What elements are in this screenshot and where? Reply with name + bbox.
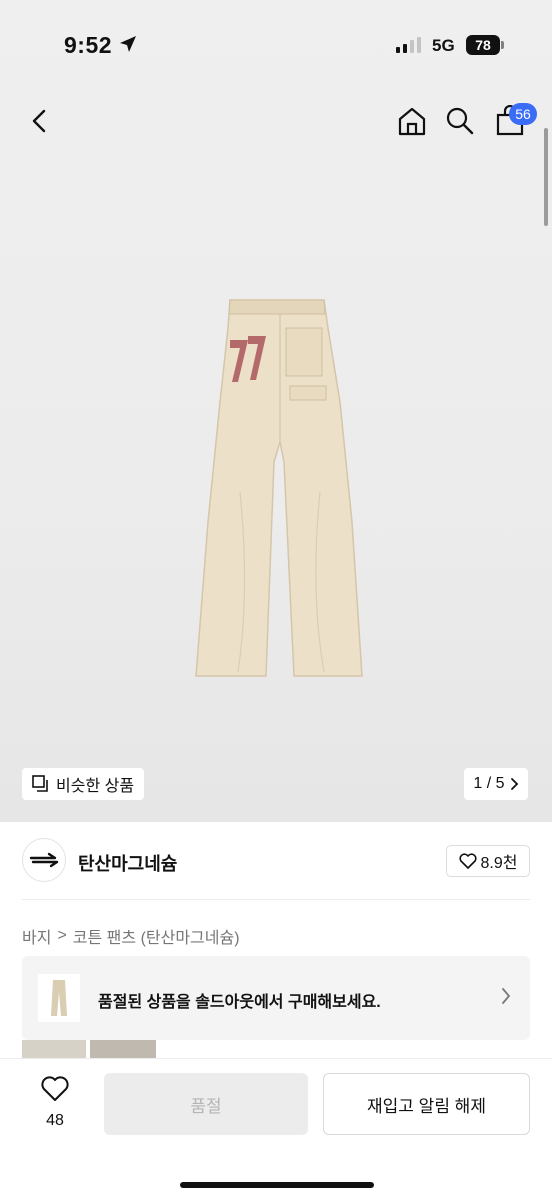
page-indicator-text: 1 / 5: [473, 775, 505, 792]
wishlist-button[interactable]: 48: [30, 1075, 80, 1130]
breadcrumb: 바지 > 코튼 팬츠 (탄산마그네슘): [22, 924, 240, 948]
breadcrumb-separator: >: [57, 927, 67, 944]
wishlist-count: 48: [46, 1112, 64, 1129]
bottom-action-bar: 48 품절 재입고 알림 해제: [0, 1058, 552, 1200]
search-button[interactable]: [440, 101, 480, 141]
brand-logo[interactable]: [22, 838, 66, 882]
soldout-button: 품절: [104, 1073, 308, 1135]
thumbnail-image[interactable]: [90, 1040, 156, 1058]
similar-products-button[interactable]: 비슷한 상품: [22, 768, 145, 800]
back-button[interactable]: [20, 101, 60, 141]
soldout-banner[interactable]: 품절된 상품을 솔드아웃에서 구매해보세요.: [22, 956, 530, 1040]
top-nav: [0, 96, 552, 146]
brand-logo-mark: [29, 852, 59, 868]
heart-icon: [458, 853, 477, 869]
home-indicator[interactable]: [180, 1182, 374, 1188]
thumbnail-image[interactable]: [22, 1040, 86, 1058]
network-label: 5G: [432, 36, 455, 55]
breadcrumb-category[interactable]: 바지: [22, 924, 51, 948]
brand-row: 탄산마그네슘 8.9천: [22, 838, 530, 884]
image-page-indicator[interactable]: 1 / 5: [464, 768, 528, 800]
soldout-thumbnail: [38, 974, 80, 1022]
breadcrumb-product[interactable]: 코튼 팬츠 (탄산마그네슘): [73, 924, 240, 948]
home-icon: [398, 107, 426, 136]
cart-count-badge: 56: [509, 103, 537, 125]
battery-indicator: 78: [466, 35, 500, 55]
soldout-banner-text: 품절된 상품을 솔드아웃에서 구매해보세요.: [98, 994, 381, 1011]
heart-icon: [41, 1076, 69, 1101]
chevron-right-icon: [502, 988, 511, 1004]
similar-products-label: 비슷한 상품: [56, 778, 135, 795]
pants-thumbnail-image: [51, 980, 67, 1016]
brand-like-button[interactable]: 8.9천: [446, 845, 530, 877]
restock-alert-off-button[interactable]: 재입고 알림 해제: [323, 1073, 530, 1135]
copy-squares-icon: [32, 775, 48, 792]
brand-name[interactable]: 탄산마그네슘: [78, 850, 177, 876]
status-time: 9:52: [64, 32, 113, 58]
search-icon: [446, 107, 474, 135]
location-arrow-icon: [120, 36, 136, 52]
divider: [22, 899, 530, 900]
product-image-pants: [195, 299, 363, 677]
status-bar: 9:52 5G 78: [0, 0, 552, 92]
signal-icon: [396, 37, 421, 53]
battery-cap: [501, 41, 504, 49]
chevron-left-icon: [32, 109, 46, 133]
chevron-right-icon: [510, 778, 518, 790]
home-button[interactable]: [392, 101, 432, 141]
brand-like-count: 8.9천: [480, 855, 518, 872]
scrollbar[interactable]: [544, 128, 548, 226]
